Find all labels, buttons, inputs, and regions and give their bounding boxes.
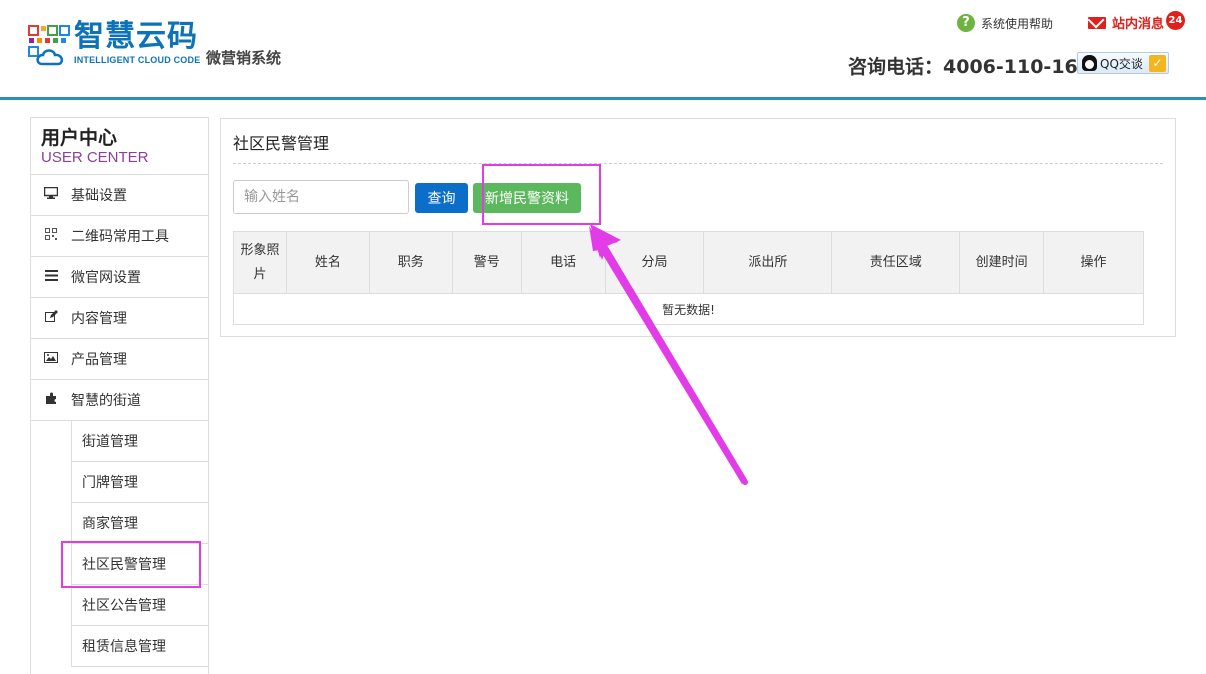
- sidebar-item-microsite-settings[interactable]: 微官网设置: [31, 257, 208, 298]
- user-center-header: 用户中心 USER CENTER: [31, 118, 208, 175]
- list-icon: [31, 269, 71, 285]
- monitor-icon: [31, 186, 71, 203]
- column-header: 派出所: [703, 231, 833, 294]
- help-label: 系统使用帮助: [981, 16, 1054, 31]
- brand-name: 智慧云码: [74, 19, 198, 54]
- sidebar-item-label: 智慧的街道: [71, 393, 141, 409]
- user-center-title: 用户中心: [41, 127, 118, 149]
- sidebar-subitem-doorplate-management[interactable]: 门牌管理: [71, 462, 208, 503]
- police-table: 形象照片 姓名 职务 警号 电话 分局 派出所 责任区域 创建时间 操作 暂无数…: [233, 231, 1144, 325]
- empty-message: 暂无数据!: [233, 293, 1144, 325]
- sidebar-item-label: 产品管理: [71, 352, 127, 368]
- consult-phone: 咨询电话：4006-110-166: [848, 56, 1091, 78]
- mail-icon: [1088, 16, 1106, 29]
- column-header: 电话: [520, 231, 606, 294]
- sidebar-item-smart-street[interactable]: 智慧的街道: [31, 380, 208, 421]
- brand-tagline: INTELLIGENT CLOUD CODE: [74, 55, 201, 65]
- annotation-box-add-button: [482, 164, 601, 225]
- sidebar-item-label: 微官网设置: [71, 270, 141, 286]
- sidebar-subitem-community-notice[interactable]: 社区公告管理: [71, 585, 208, 626]
- user-center-subtitle: USER CENTER: [41, 149, 149, 166]
- brand: 智慧云码 INTELLIGENT CLOUD CODE: [74, 19, 201, 66]
- column-header: 分局: [604, 231, 705, 294]
- help-icon: ?: [957, 14, 975, 32]
- sidebar-item-qrcode-tools[interactable]: 二维码常用工具: [31, 216, 208, 257]
- sidebar-subitem-rental-info[interactable]: 租赁信息管理: [71, 626, 208, 667]
- column-header: 创建时间: [959, 231, 1045, 294]
- query-button[interactable]: 查询: [415, 183, 468, 213]
- sidebar-item-content-management[interactable]: 内容管理: [31, 298, 208, 339]
- message-count-badge: 24: [1166, 11, 1185, 30]
- header: 智慧云码 INTELLIGENT CLOUD CODE 微营销系统 ? 系统使用…: [0, 0, 1206, 100]
- column-header: 责任区域: [831, 231, 961, 294]
- qrcode-icon: [31, 228, 71, 244]
- qq-chat-button[interactable]: QQ交谈 ✓: [1077, 52, 1169, 74]
- column-header: 姓名: [285, 231, 370, 294]
- column-header: 操作: [1043, 231, 1144, 294]
- sidebar-item-label: 二维码常用工具: [71, 229, 169, 245]
- sidebar-subitem-merchant-management[interactable]: 商家管理: [71, 503, 208, 544]
- image-icon: [31, 351, 71, 367]
- sidebar-item-product-management[interactable]: 产品管理: [31, 339, 208, 380]
- qq-penguin-icon: [1082, 55, 1097, 71]
- sidebar-item-basic-settings[interactable]: 基础设置: [31, 175, 208, 216]
- table-header-row: 形象照片 姓名 职务 警号 电话 分局 派出所 责任区域 创建时间 操作: [233, 231, 1144, 294]
- page-title: 社区民警管理: [233, 134, 330, 153]
- sidebar: 用户中心 USER CENTER 基础设置 二维码常用工具 微官网设置 内容管理…: [30, 117, 209, 674]
- messages-label: 站内消息: [1112, 17, 1165, 32]
- sidebar-subitem-street-management[interactable]: 街道管理: [71, 421, 208, 462]
- annotation-box-sidebar-item: [61, 541, 201, 588]
- sidebar-item-label: 内容管理: [71, 311, 127, 327]
- table-row: 暂无数据!: [233, 293, 1144, 325]
- messages-link[interactable]: 站内消息: [1088, 13, 1164, 32]
- title-divider: [233, 163, 1163, 164]
- qq-chat-label: QQ交谈: [1100, 56, 1143, 71]
- check-icon: ✓: [1149, 55, 1166, 72]
- puzzle-icon: [31, 392, 71, 408]
- help-link[interactable]: ? 系统使用帮助: [957, 14, 1053, 32]
- column-header: 职务: [368, 231, 453, 294]
- edit-icon: [31, 310, 71, 326]
- name-search-input[interactable]: [233, 180, 409, 214]
- column-header: 形象照片: [233, 231, 287, 294]
- logo-icon: [28, 25, 70, 66]
- column-header: 警号: [451, 231, 522, 294]
- main-panel: 社区民警管理 查询 新增民警资料 形象照片 姓名 职务 警号 电话 分局 派出所…: [220, 118, 1176, 337]
- sidebar-item-label: 基础设置: [71, 188, 127, 204]
- system-name: 微营销系统: [206, 49, 282, 67]
